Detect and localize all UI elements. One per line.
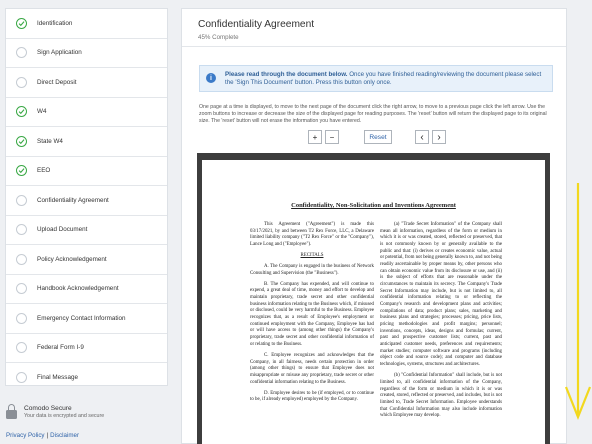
sidebar-step-label: State W4 [37,137,63,145]
onboarding-steps-sidebar: Identification Sign Application Direct Dep… [5,8,168,386]
empty-circle-icon [16,47,27,59]
sidebar-step[interactable]: Upload Document [6,216,167,245]
sidebar-step[interactable]: Direct Deposit [6,68,167,98]
document-title: Confidentiality, Non-Solicitation and In… [291,202,456,209]
sidebar-step[interactable]: Identification [6,9,167,39]
agreement-intro: This Agreement ("Agreement") is made thi… [250,222,374,248]
footer-links: Privacy Policy | Disclaimer [6,432,79,439]
page-nav-controls: ‹ › [415,130,449,144]
recital-c: C. Employee recognizes and acknowledges … [250,352,374,385]
sidebar-step-label: Confidentiality Agreement [37,196,109,204]
security-notice: Comodo Secure Your data is encrypted and… [6,404,104,419]
sidebar-step[interactable]: Sign Application [6,39,167,68]
sidebar-step-label: Handbook Acknowledgement [37,285,119,293]
sidebar-step-label: Final Message [37,374,78,382]
reset-button[interactable]: Reset [364,130,392,144]
empty-circle-icon [16,253,27,265]
document-right-column: (a) "Trade Secret Information" of the Co… [380,222,502,424]
disclaimer-link[interactable]: Disclaimer [50,432,79,439]
secure-subtitle: Your data is encrypted and secure [24,412,105,419]
sidebar-step[interactable]: Handbook Acknowledgement [6,275,167,304]
sidebar-step[interactable]: W4 [6,98,167,127]
document-left-column: This Agreement ("Agreement") is made thi… [250,222,374,409]
clause-confidential-info: (b) "Confidential Information" shall inc… [380,373,502,419]
zoom-out-button[interactable]: − [325,130,339,144]
footer-separator: | [46,432,49,439]
scroll-down-arrow-icon [564,183,592,420]
sidebar-step[interactable]: Confidentiality Agreement [6,186,167,216]
sidebar-step-label: EEO [37,167,51,175]
reset-control: Reset [364,130,392,144]
info-alert: i Please read through the document below… [199,65,553,92]
sidebar-step-label: Policy Acknowledgement [37,255,107,263]
sidebar-step-label: Federal Form I-9 [37,344,84,352]
empty-circle-icon [16,342,27,354]
sidebar-step-label: Emergency Contact Information [37,314,126,322]
empty-circle-icon [16,76,27,88]
next-page-button[interactable]: › [432,130,446,144]
empty-circle-icon [16,224,27,236]
zoom-in-button[interactable]: + [308,130,322,144]
previous-page-button[interactable]: ‹ [415,130,429,144]
sidebar-step[interactable]: Federal Form I-9 [6,334,167,363]
sidebar-step-label: Direct Deposit [37,78,77,86]
sidebar-step-label: Upload Document [37,226,88,234]
recital-a: A. The Company is engaged in the busines… [250,263,374,276]
header-divider [182,46,566,47]
check-circle-icon [16,135,27,147]
recital-d: D. Employee desires to be (if employed, … [250,390,374,403]
sidebar-step[interactable]: Policy Acknowledgement [6,245,167,275]
sidebar-step-label: Identification [37,19,73,27]
check-circle-icon [16,17,27,29]
sidebar-step[interactable]: State W4 [6,127,167,157]
sidebar-step[interactable]: Final Message [6,363,167,393]
sidebar-step[interactable]: Emergency Contact Information [6,304,167,334]
info-text: Please read through the document below. … [225,71,546,87]
sidebar-step-label: Sign Application [37,49,82,57]
page-title: Confidentiality Agreement [198,19,315,30]
empty-circle-icon [16,372,27,384]
privacy-policy-link[interactable]: Privacy Policy [6,432,45,439]
document-page: Confidentiality, Non-Solicitation and In… [202,160,545,444]
sidebar-step[interactable]: EEO [6,157,167,186]
info-bold-text: Please read through the document below. [225,71,348,78]
recitals-heading: RECITALS [300,253,324,259]
check-circle-icon [16,165,27,177]
check-circle-icon [16,106,27,118]
secure-title: Comodo Secure [24,404,72,412]
zoom-controls: + − [308,130,342,144]
lock-icon [6,404,17,419]
document-viewer[interactable]: Confidentiality, Non-Solicitation and In… [197,153,550,444]
empty-circle-icon [16,283,27,295]
empty-circle-icon [16,312,27,324]
viewer-instructions: One page at a time is displayed, to move… [199,104,547,125]
clause-trade-secret: (a) "Trade Secret Information" of the Co… [380,222,502,368]
recital-b: B. The Company has expended, and will co… [250,281,374,347]
progress-text: 45% Complete [198,34,239,41]
sidebar-step-label: W4 [37,108,47,116]
info-icon: i [206,73,216,83]
empty-circle-icon [16,194,27,206]
